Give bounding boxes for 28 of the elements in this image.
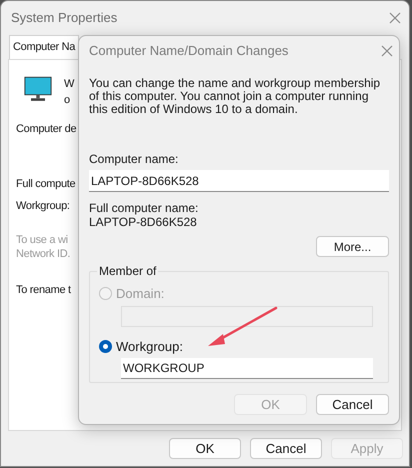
- label-text: To rename t: [16, 283, 71, 297]
- description-text: You can change the name and workgroup membership of this computer. You cannot join a computer running this edition of Windows 10 to a domain.: [89, 77, 382, 116]
- radio-button[interactable]: [99, 340, 112, 353]
- dialog-button[interactable]: OK: [169, 438, 241, 459]
- label-text: Computer de: [16, 122, 76, 136]
- more-button[interactable]: More...: [316, 236, 389, 257]
- hint-text: To use a wi: [16, 233, 68, 247]
- field-label: Full computer name:: [89, 201, 200, 215]
- label-text: Workgroup:: [16, 199, 70, 213]
- full-computer-name: LAPTOP-8D66K528: [89, 215, 198, 229]
- description-text: o: [64, 93, 71, 108]
- field-label: Computer name:: [89, 151, 180, 168]
- description-text: W: [64, 77, 74, 92]
- label-text: Full compute: [16, 177, 76, 191]
- window-title: System Properties: [11, 9, 118, 28]
- radio-label: Workgroup:: [116, 338, 183, 356]
- close-icon[interactable]: [381, 45, 393, 57]
- radio-label: Domain:: [116, 285, 164, 303]
- close-icon[interactable]: [389, 12, 401, 24]
- dialog-button[interactable]: Cancel: [316, 394, 389, 415]
- hint-text: Network ID.: [16, 247, 70, 261]
- computer-name-field[interactable]: LAPTOP-8D66K528: [89, 170, 389, 192]
- group-label: Member of: [97, 264, 158, 278]
- text-field[interactable]: WORKGROUP: [121, 358, 373, 379]
- monitor-icon: [24, 76, 52, 103]
- dialog-button[interactable]: Cancel: [250, 438, 322, 459]
- tab[interactable]: Computer Na: [9, 35, 80, 59]
- dialog-title: Computer Name/Domain Changes: [89, 42, 288, 60]
